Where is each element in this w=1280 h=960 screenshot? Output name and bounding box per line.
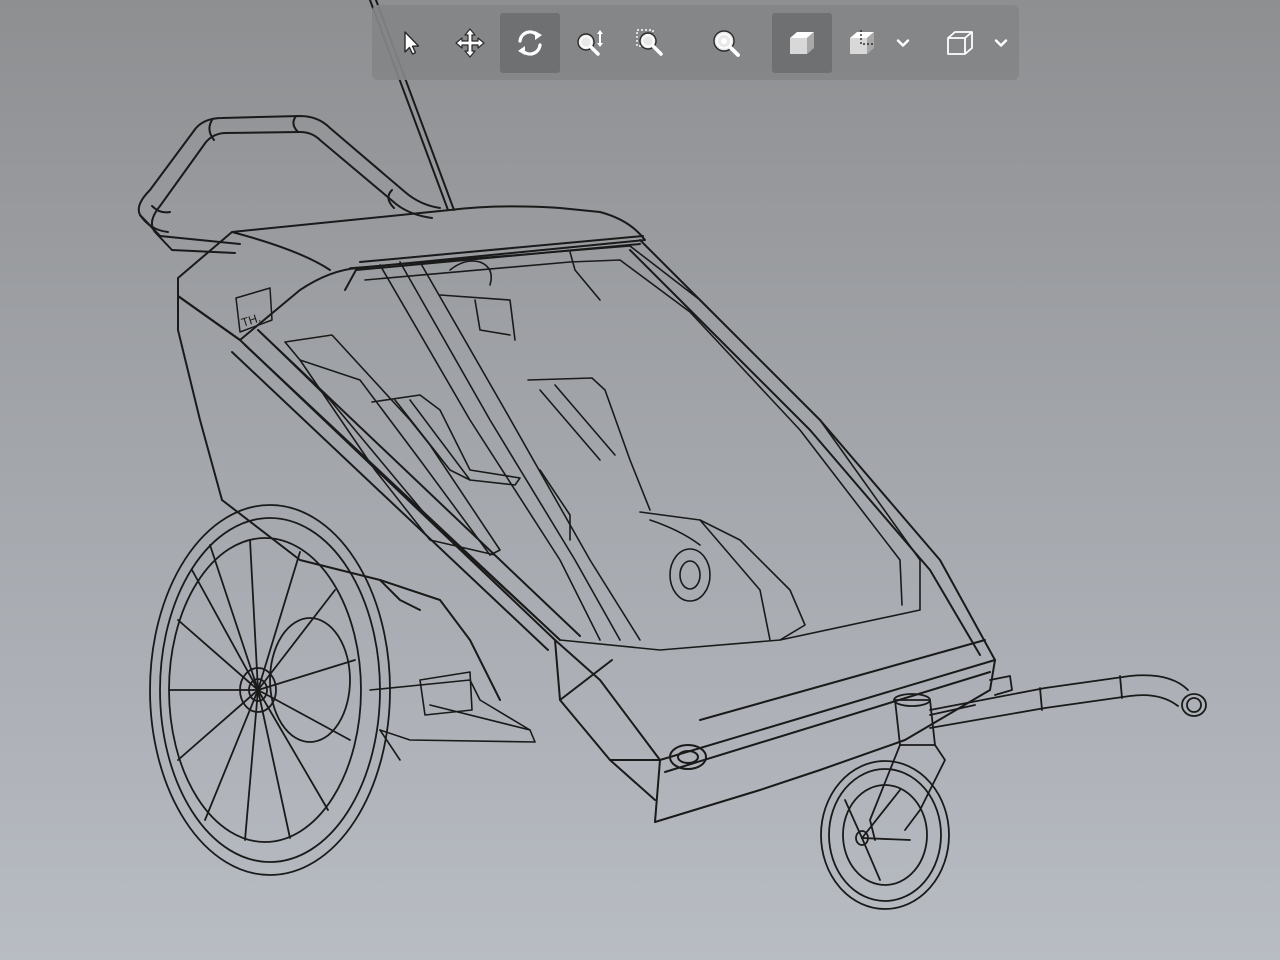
shaded-display-button[interactable]: [772, 12, 832, 73]
wireframe-cube-icon: [947, 30, 973, 55]
badge-text: TH.: [240, 311, 263, 330]
push-handle: [137, 115, 441, 254]
view-toolbar: [372, 5, 1019, 80]
trailer-body: [177, 239, 996, 823]
view-orientation-button[interactable]: [930, 13, 990, 73]
front-caster: [820, 693, 976, 910]
view-orientation-dropdown[interactable]: [990, 13, 1012, 73]
model-canvas[interactable]: TH.: [0, 0, 1280, 960]
tow-arm: [929, 674, 1207, 729]
brand-badge: TH.: [235, 287, 273, 333]
zoom-fit-icon: [713, 29, 740, 57]
move-arrows-icon: [455, 27, 485, 58]
shaded-cube-icon: [790, 31, 814, 54]
orbit-tool-button[interactable]: [500, 12, 560, 73]
section-view-dropdown[interactable]: [892, 13, 914, 73]
rear-wheel: [149, 504, 391, 876]
section-cube-icon: [850, 29, 875, 54]
chevron-down-icon: [994, 38, 1008, 47]
chevron-down-icon: [896, 38, 910, 47]
zoom-tool-button[interactable]: [560, 13, 620, 73]
zoom-window-icon: [636, 28, 663, 56]
zoom-window-tool-button[interactable]: [620, 13, 680, 73]
zoom-vertical-icon: [577, 29, 603, 56]
cursor-arrow-icon: [404, 30, 420, 55]
axle-bracket: [369, 671, 536, 761]
rotate-icon: [518, 29, 542, 56]
section-view-button[interactable]: [832, 13, 892, 73]
3d-viewport[interactable]: TH.: [0, 0, 1280, 960]
select-tool-button[interactable]: [380, 13, 440, 73]
zoom-fit-tool-button[interactable]: [696, 13, 756, 73]
pan-tool-button[interactable]: [440, 13, 500, 73]
seats: [284, 260, 806, 641]
